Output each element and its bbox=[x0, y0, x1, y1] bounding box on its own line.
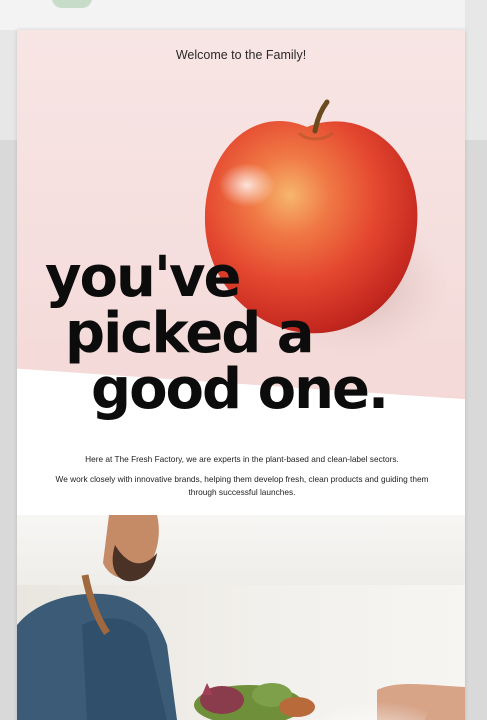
intro-text: Here at The Fresh Factory, we are expert… bbox=[42, 453, 442, 506]
email-preview[interactable]: Welcome to the Family! you've picked a g… bbox=[17, 30, 465, 720]
hero-section: Welcome to the Family! you've picked a g… bbox=[17, 30, 465, 430]
headline-line-3: good one. bbox=[91, 357, 389, 422]
feature-photo bbox=[17, 515, 465, 720]
headline-line-1: you've bbox=[45, 245, 241, 310]
intro-paragraph-1: Here at The Fresh Factory, we are expert… bbox=[85, 454, 399, 464]
brand-logo bbox=[52, 0, 92, 8]
welcome-eyebrow: Welcome to the Family! bbox=[175, 48, 307, 62]
headline: you've picked a good one. bbox=[45, 245, 389, 422]
header-card bbox=[0, 0, 465, 30]
headline-line-2: picked a bbox=[65, 301, 315, 366]
man-with-vegetables-photo bbox=[17, 515, 465, 720]
intro-paragraph-2: We work closely with innovative brands, … bbox=[55, 474, 429, 497]
